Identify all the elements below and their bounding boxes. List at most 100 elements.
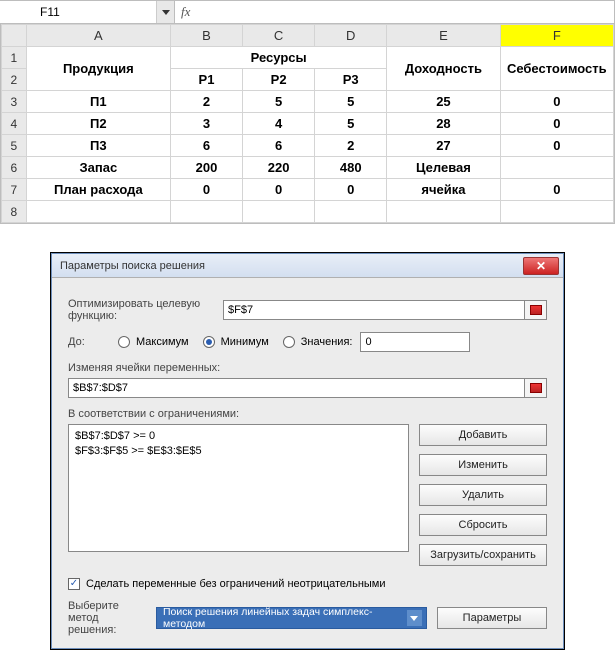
cell-F7[interactable]: 0 [500,179,613,201]
cell-D5[interactable]: 2 [315,135,387,157]
col-header-B[interactable]: B [170,25,242,47]
col-header-A[interactable]: A [26,25,170,47]
objective-ref-button[interactable] [525,300,547,320]
select-all-cell[interactable] [2,25,27,47]
cell-F3[interactable]: 0 [500,91,613,113]
cell-A4[interactable]: П2 [26,113,170,135]
cell-A8[interactable] [26,201,170,223]
cell-E7[interactable]: ячейка [387,179,500,201]
cell-A6[interactable]: Запас [26,157,170,179]
objective-input[interactable]: $F$7 [223,300,525,320]
cell-D8[interactable] [315,201,387,223]
radio-value[interactable] [283,336,295,348]
cell-D7[interactable]: 0 [315,179,387,201]
constraint-item[interactable]: $B$7:$D$7 >= 0 [75,429,402,444]
nonneg-checkbox[interactable] [68,578,80,590]
cell-F6[interactable] [500,157,613,179]
params-button[interactable]: Параметры [437,607,547,629]
chevron-down-icon [162,10,170,15]
variables-label: Изменяя ячейки переменных: [68,362,547,374]
cell-B5[interactable]: 6 [170,135,242,157]
cell-B2[interactable]: Р1 [170,69,242,91]
formula-bar: F11 fx [0,0,615,24]
method-label-1: Выберите [68,600,146,612]
cell-F8[interactable] [500,201,613,223]
cell-C4[interactable]: 4 [243,113,315,135]
method-select-value: Поиск решения линейных задач симплекс-ме… [163,606,407,630]
cell-C1[interactable]: Ресурсы [170,47,386,69]
constraints-label: В соответствии с ограничениями: [68,408,547,420]
cell-C2[interactable]: Р2 [243,69,315,91]
load-save-button[interactable]: Загрузить/сохранить [419,544,547,566]
dialog-title: Параметры поиска решения [60,260,523,272]
row-header-6[interactable]: 6 [2,157,27,179]
variables-ref-button[interactable] [525,378,547,398]
cell-A1[interactable]: Продукция [26,47,170,91]
row-header-1[interactable]: 1 [2,47,27,69]
cell-E8[interactable] [387,201,500,223]
cell-B3[interactable]: 2 [170,91,242,113]
formula-input[interactable] [196,1,614,23]
row-header-5[interactable]: 5 [2,135,27,157]
cell-C8[interactable] [243,201,315,223]
cell-A3[interactable]: П1 [26,91,170,113]
cell-E6[interactable]: Целевая [387,157,500,179]
cell-E1[interactable]: Доходность [387,47,500,91]
add-button[interactable]: Добавить [419,424,547,446]
close-button[interactable]: ✕ [523,257,559,275]
radio-max[interactable] [118,336,130,348]
row-header-3[interactable]: 3 [2,91,27,113]
col-header-F[interactable]: F [500,25,613,47]
cell-F5[interactable]: 0 [500,135,613,157]
row-header-7[interactable]: 7 [2,179,27,201]
cell-A5[interactable]: П3 [26,135,170,157]
cell-B7[interactable]: 0 [170,179,242,201]
cell-D3[interactable]: 5 [315,91,387,113]
range-picker-icon [530,383,542,393]
solver-dialog: Параметры поиска решения ✕ Оптимизироват… [51,253,564,649]
method-select[interactable]: Поиск решения линейных задач симплекс-ме… [156,607,427,629]
delete-button[interactable]: Удалить [419,484,547,506]
constraints-list[interactable]: $B$7:$D$7 >= 0 $F$3:$F$5 >= $E$3:$E$5 [68,424,409,552]
target-value-input[interactable]: 0 [360,332,470,352]
name-box-wrap: F11 [0,1,175,23]
cell-D4[interactable]: 5 [315,113,387,135]
radio-value-label: Значения: [301,336,353,348]
cell-A7[interactable]: План расхода [26,179,170,201]
optimize-label: Оптимизировать целевую функцию: [68,298,223,322]
cell-F4[interactable]: 0 [500,113,613,135]
formula-buttons: fx [175,4,196,20]
reset-button[interactable]: Сбросить [419,514,547,536]
variables-input[interactable]: $B$7:$D$7 [68,378,525,398]
cell-B6[interactable]: 200 [170,157,242,179]
dialog-titlebar[interactable]: Параметры поиска решения ✕ [52,254,563,278]
col-header-E[interactable]: E [387,25,500,47]
radio-min[interactable] [203,336,215,348]
col-header-C[interactable]: C [243,25,315,47]
cell-C6[interactable]: 220 [243,157,315,179]
name-box-dropdown[interactable] [156,1,174,23]
row-header-2[interactable]: 2 [2,69,27,91]
cell-D6[interactable]: 480 [315,157,387,179]
cell-E4[interactable]: 28 [387,113,500,135]
constraint-item[interactable]: $F$3:$F$5 >= $E$3:$E$5 [75,444,402,459]
chevron-down-icon [407,610,422,626]
cell-D2[interactable]: Р3 [315,69,387,91]
formula-area: fx [175,1,614,23]
cell-B8[interactable] [170,201,242,223]
row-header-8[interactable]: 8 [2,201,27,223]
change-button[interactable]: Изменить [419,454,547,476]
cell-C7[interactable]: 0 [243,179,315,201]
fx-icon[interactable]: fx [181,4,190,20]
name-box[interactable]: F11 [0,5,156,19]
cell-B4[interactable]: 3 [170,113,242,135]
row-header-4[interactable]: 4 [2,113,27,135]
cell-E5[interactable]: 27 [387,135,500,157]
cell-F1[interactable]: Себестоимость [500,47,613,91]
col-header-D[interactable]: D [315,25,387,47]
cell-C3[interactable]: 5 [243,91,315,113]
cell-E3[interactable]: 25 [387,91,500,113]
method-label-2: метод решения: [68,612,146,636]
cell-C5[interactable]: 6 [243,135,315,157]
radio-min-label: Минимум [221,336,269,348]
